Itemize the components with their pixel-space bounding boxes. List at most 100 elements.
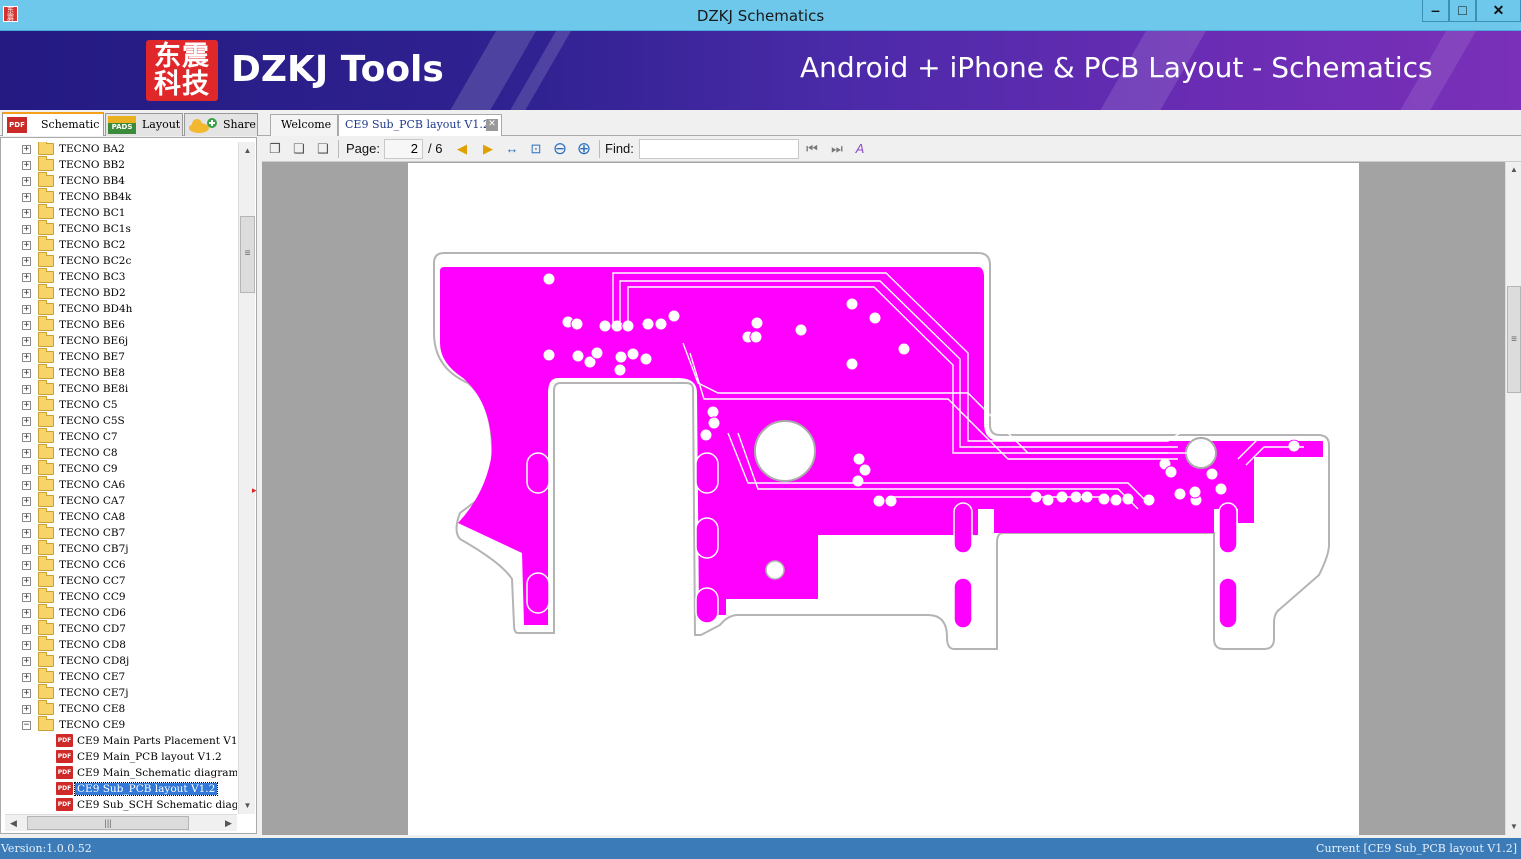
expand-icon[interactable]: + [22, 337, 31, 346]
tree-folder-item[interactable]: + TECNO BE8 [1, 364, 237, 382]
tree-file-item[interactable]: PDF CE9 Sub_SCH Schematic diagr [1, 798, 237, 814]
tree-file-item[interactable]: PDF CE9 Main_Schematic diagram [1, 766, 237, 782]
viewer-scroll-thumb[interactable]: ≡ [1507, 286, 1521, 393]
collapse-icon[interactable]: − [22, 721, 31, 730]
tree-vertical-scrollbar[interactable]: ▲ ≡ ▼ [238, 142, 255, 814]
expand-icon[interactable]: + [22, 145, 31, 154]
expand-icon[interactable]: + [22, 705, 31, 714]
tree-folder-item[interactable]: + TECNO BC3 [1, 268, 237, 286]
tree-folder-item[interactable]: + TECNO CC6 [1, 556, 237, 574]
close-tab-icon[interactable]: ✕ [486, 119, 498, 131]
maximize-button[interactable]: □ [1449, 0, 1476, 22]
tree-folder-item[interactable]: + TECNO CD8j [1, 652, 237, 670]
tree-folder-item[interactable]: + TECNO C5S [1, 412, 237, 430]
tree-folder-item[interactable]: + TECNO BB4 [1, 172, 237, 190]
expand-icon[interactable]: + [22, 193, 31, 202]
page-number-input[interactable]: 2 [384, 139, 423, 159]
tree-folder-item[interactable]: + TECNO BC1 [1, 204, 237, 222]
expand-icon[interactable]: + [22, 465, 31, 474]
find-options-icon[interactable]: A [850, 139, 870, 159]
expand-icon[interactable]: + [22, 369, 31, 378]
expand-icon[interactable]: + [22, 417, 31, 426]
expand-icon[interactable]: + [22, 289, 31, 298]
expand-icon[interactable]: + [22, 657, 31, 666]
fit-width-icon[interactable]: ↔ [502, 139, 522, 159]
tab-welcome[interactable]: Welcome [270, 114, 338, 136]
tree-folder-item[interactable]: + TECNO CA6 [1, 476, 237, 494]
tree-folder-item[interactable]: + TECNO BA2 [1, 142, 237, 158]
expand-icon[interactable]: + [22, 497, 31, 506]
tree-folder-item[interactable]: + TECNO BC2 [1, 236, 237, 254]
scroll-thumb-horizontal[interactable]: ||| [27, 816, 189, 830]
expand-icon[interactable]: + [22, 561, 31, 570]
expand-icon[interactable]: + [22, 273, 31, 282]
tree-folder-item[interactable]: + TECNO CB7j [1, 540, 237, 558]
expand-icon[interactable]: + [22, 433, 31, 442]
expand-icon[interactable]: + [22, 641, 31, 650]
expand-icon[interactable]: + [22, 161, 31, 170]
expand-icon[interactable]: + [22, 305, 31, 314]
copy-icon[interactable]: ❐ [265, 139, 285, 159]
expand-icon[interactable]: + [22, 481, 31, 490]
expand-icon[interactable]: + [22, 689, 31, 698]
tab-layout[interactable]: PADS Layout [105, 113, 183, 136]
expand-icon[interactable]: + [22, 257, 31, 266]
zoom-out-icon[interactable]: ⊖ [550, 139, 570, 159]
tree-folder-item[interactable]: + TECNO CE7 [1, 668, 237, 686]
tree-folder-item[interactable]: + TECNO CC7 [1, 572, 237, 590]
viewer-scroll-down-icon[interactable]: ▼ [1506, 819, 1521, 835]
panel-splitter-arrow-icon[interactable]: ▸ [252, 485, 258, 501]
tree-folder-item[interactable]: + TECNO BB4k [1, 188, 237, 206]
expand-icon[interactable]: + [22, 177, 31, 186]
tree-folder-item[interactable]: + TECNO CD6 [1, 604, 237, 622]
scroll-up-icon[interactable]: ▲ [239, 142, 256, 159]
tree-horizontal-scrollbar[interactable]: ◀ ||| ▶ [5, 814, 237, 831]
close-button[interactable]: ✕ [1476, 0, 1521, 22]
find-next-icon[interactable]: ⏭ [827, 139, 847, 159]
expand-icon[interactable]: + [22, 385, 31, 394]
tree-folder-item[interactable]: − TECNO CE9 [1, 716, 237, 734]
expand-icon[interactable]: + [22, 353, 31, 362]
tree-folder-item[interactable]: + TECNO BB2 [1, 156, 237, 174]
tree-folder-item[interactable]: + TECNO BC1s [1, 220, 237, 238]
tree-folder-item[interactable]: + TECNO CD8 [1, 636, 237, 654]
zoom-in-icon[interactable]: ⊕ [574, 139, 594, 159]
expand-icon[interactable]: + [22, 241, 31, 250]
tree-folder-item[interactable]: + TECNO C9 [1, 460, 237, 478]
tab-share[interactable]: Share [184, 113, 258, 136]
copy-page-icon[interactable]: ❏ [289, 139, 309, 159]
tree-folder-item[interactable]: + TECNO C7 [1, 428, 237, 446]
scroll-thumb[interactable]: ≡ [240, 216, 255, 293]
tree-file-item[interactable]: PDF CE9 Sub_PCB layout V1.2 [1, 782, 237, 798]
find-input[interactable] [639, 139, 799, 159]
tree-folder-item[interactable]: + TECNO CD7 [1, 620, 237, 638]
tree-folder-item[interactable]: + TECNO BE6 [1, 316, 237, 334]
tab-schematic[interactable]: PDF Schematic [2, 112, 104, 136]
viewer-scroll-up-icon[interactable]: ▲ [1506, 162, 1521, 178]
tree-folder-item[interactable]: + TECNO BC2c [1, 252, 237, 270]
tree-folder-item[interactable]: + TECNO BE8i [1, 380, 237, 398]
expand-icon[interactable]: + [22, 209, 31, 218]
fit-page-icon[interactable]: ⊡ [526, 139, 546, 159]
scroll-left-icon[interactable]: ◀ [5, 815, 22, 831]
tree-folder-item[interactable]: + TECNO BE7 [1, 348, 237, 366]
document-viewer[interactable] [262, 162, 1505, 835]
expand-icon[interactable]: + [22, 593, 31, 602]
expand-icon[interactable]: + [22, 513, 31, 522]
find-previous-icon[interactable]: ⏮ [802, 139, 822, 159]
expand-icon[interactable]: + [22, 449, 31, 458]
minimize-button[interactable]: ‒ [1422, 0, 1449, 22]
expand-icon[interactable]: + [22, 577, 31, 586]
tab-ce9-sub-pcb[interactable]: CE9 Sub_PCB layout V1.2 ✕ [338, 114, 502, 136]
expand-icon[interactable]: + [22, 401, 31, 410]
expand-icon[interactable]: + [22, 625, 31, 634]
tree-folder-item[interactable]: + TECNO CE7j [1, 684, 237, 702]
tree-file-item[interactable]: PDF CE9 Main Parts Placement V1 [1, 734, 237, 750]
tree-folder-item[interactable]: + TECNO CA8 [1, 508, 237, 526]
scroll-right-icon[interactable]: ▶ [220, 815, 237, 831]
tree-folder-item[interactable]: + TECNO CA7 [1, 492, 237, 510]
expand-icon[interactable]: + [22, 529, 31, 538]
expand-icon[interactable]: + [22, 225, 31, 234]
tree-folder-item[interactable]: + TECNO CE8 [1, 700, 237, 718]
expand-icon[interactable]: + [22, 609, 31, 618]
